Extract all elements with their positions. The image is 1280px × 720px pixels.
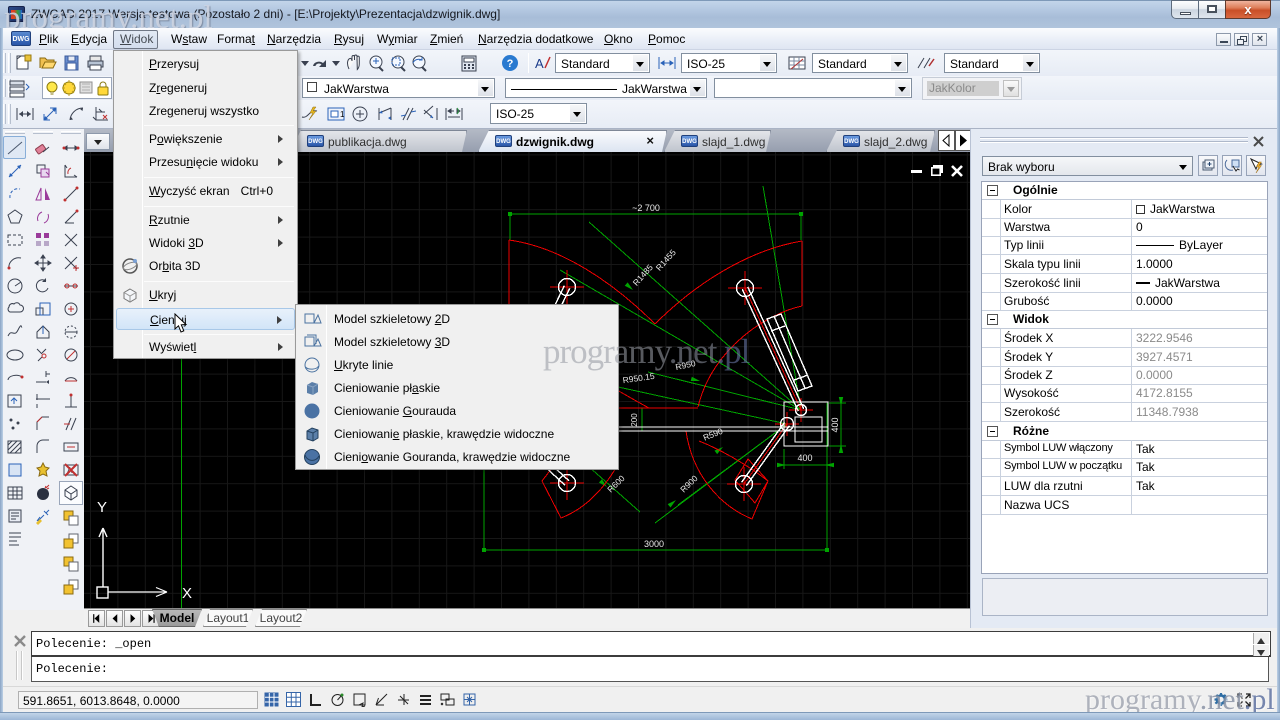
svg-text:A: A [535, 56, 544, 71]
svg-text:~2 700: ~2 700 [632, 203, 660, 213]
svg-text:1: 1 [340, 110, 345, 119]
svg-text:3000: 3000 [644, 539, 664, 549]
svg-text:200: 200 [630, 413, 639, 427]
svg-text:400: 400 [830, 417, 840, 432]
svg-text:400: 400 [797, 453, 812, 463]
svg-text:X: X [182, 585, 192, 602]
svg-text:?: ? [507, 58, 514, 70]
svg-text:Y: Y [97, 499, 107, 516]
